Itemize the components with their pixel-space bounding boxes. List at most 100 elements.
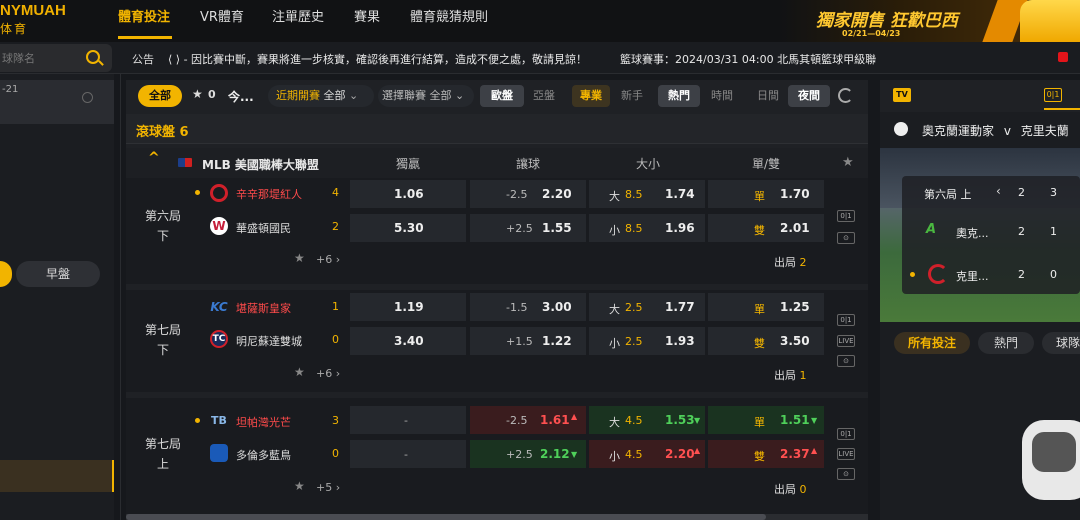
over-under-odds: 1.53 xyxy=(665,413,695,427)
novice-mode-button[interactable]: 新手 xyxy=(614,85,650,107)
early-market-button[interactable]: 早盤 xyxy=(16,261,100,287)
chevron-up-icon[interactable]: ^ xyxy=(148,150,160,166)
pro-mode-button[interactable]: 專業 xyxy=(572,85,610,107)
odds-cell[interactable]: +2.5 1.55 xyxy=(470,214,586,242)
nav-results[interactable]: 賽果 xyxy=(354,6,380,25)
odds-cell[interactable]: 小 8.5 1.96 xyxy=(589,214,705,242)
home-team-name: 坦帕灣光芒 xyxy=(236,416,291,429)
odds-cell[interactable]: 雙 3.50 xyxy=(708,327,824,355)
promo-banner[interactable]: 獨家開售 狂歡巴西 02/21—04/23 xyxy=(780,0,1080,42)
night-mode-button[interactable]: 夜間 xyxy=(788,85,830,107)
odds-cell-down[interactable]: 大 4.5 1.53 ▼ xyxy=(589,406,705,434)
nav-vr-sports[interactable]: VR體育 xyxy=(200,6,244,25)
live-section-header xyxy=(126,114,868,144)
over-under-line: 2.5 xyxy=(625,301,643,314)
star-icon[interactable]: ★ xyxy=(842,155,854,170)
handicap-line: +2.5 xyxy=(506,448,533,461)
odds-cell-up[interactable]: 小 4.5 2.20 ▲ xyxy=(589,440,705,468)
search-input[interactable]: 球隊名 xyxy=(0,44,112,72)
game-period: 第七局 xyxy=(144,437,181,451)
handicap-odds: 1.55 xyxy=(542,221,572,235)
nav-sports-betting[interactable]: 體育投注 xyxy=(118,6,170,25)
filter-today[interactable]: 今... xyxy=(228,88,254,105)
scoreboard-icon[interactable]: 0|1 xyxy=(837,210,855,222)
odds-cell[interactable]: 1.19 xyxy=(350,293,466,321)
inning-score: 3 xyxy=(1050,186,1057,199)
search-icon[interactable] xyxy=(86,50,100,64)
live-stream-icon[interactable]: LIVE xyxy=(837,335,855,347)
odds-cell[interactable]: -1.5 3.00 xyxy=(470,293,586,321)
odds-cell[interactable]: +1.5 1.22 xyxy=(470,327,586,355)
tv-icon[interactable]: TV xyxy=(893,88,911,102)
home-team-score: 4 xyxy=(332,186,339,199)
over-under-odds: 1.96 xyxy=(665,221,695,235)
odds-cell-down[interactable]: 單 1.51 ▼ xyxy=(708,406,824,434)
day-mode-button[interactable]: 日間 xyxy=(750,85,786,107)
chat-assistant-button[interactable] xyxy=(1022,420,1080,500)
live-stream-icon[interactable]: LIVE xyxy=(837,448,855,460)
col-odd-even: 單/雙 xyxy=(751,157,781,171)
nav-rules[interactable]: 體育競猜規則 xyxy=(410,6,488,25)
brand-logo[interactable]: NYMUAH xyxy=(0,2,66,19)
odds-cell[interactable]: 5.30 xyxy=(350,214,466,242)
star-icon[interactable]: ★ xyxy=(294,479,305,493)
more-markets-count: +5 xyxy=(316,481,333,494)
radio-icon[interactable] xyxy=(82,92,93,103)
odd-even-side: 雙 xyxy=(754,224,765,237)
sort-hot-button[interactable]: 熱門 xyxy=(658,85,700,107)
scoreboard-icon[interactable]: 0|1 xyxy=(837,314,855,326)
arrow-down-icon: ▼ xyxy=(811,416,818,425)
refresh-icon[interactable] xyxy=(838,88,853,103)
nav-active-underline xyxy=(118,36,172,39)
odd-even-odds: 2.01 xyxy=(780,221,810,235)
odds-cell[interactable]: 大 2.5 1.77 xyxy=(589,293,705,321)
league-dropdown[interactable]: 選擇聯賽 全部 ⌄ xyxy=(378,85,474,107)
language-flag-icon[interactable] xyxy=(1058,52,1068,62)
odds-cell[interactable]: 雙 2.01 xyxy=(708,214,824,242)
star-icon[interactable]: ★ xyxy=(192,87,203,101)
nav-bet-history[interactable]: 注單歷史 xyxy=(272,6,324,25)
field-view-icon[interactable]: ⊙ xyxy=(837,232,855,244)
field-view-icon[interactable]: ⊙ xyxy=(837,468,855,480)
tab-team[interactable]: 球隊 xyxy=(1042,332,1080,354)
odds-cell[interactable]: 小 2.5 1.93 xyxy=(589,327,705,355)
more-markets-button[interactable]: +5 › xyxy=(316,481,340,494)
banner-date: 02/21—04/23 xyxy=(842,29,901,38)
star-icon[interactable]: ★ xyxy=(294,365,305,379)
odds-cell[interactable]: 大 8.5 1.74 xyxy=(589,180,705,208)
scoreboard-icon[interactable]: 0|1 xyxy=(1044,88,1062,102)
odds-asia-button[interactable]: 亞盤 xyxy=(526,85,562,107)
tab-all-bets[interactable]: 所有投注 xyxy=(894,332,970,354)
field-view-icon[interactable]: ⊙ xyxy=(837,355,855,367)
recent-start-label: 近期開賽 xyxy=(276,89,320,102)
more-markets-button[interactable]: +6 › xyxy=(316,367,340,380)
sort-time-button[interactable]: 時間 xyxy=(704,85,740,107)
away-team-score: 0 xyxy=(332,333,339,346)
odds-eu-button[interactable]: 歐盤 xyxy=(480,85,524,107)
arrow-up-icon: ▲ xyxy=(571,412,578,421)
odds-cell-down[interactable]: +2.5 2.12 ▼ xyxy=(470,440,586,468)
odds-cell[interactable]: 1.06 xyxy=(350,180,466,208)
chevron-left-icon[interactable]: ‹ xyxy=(996,184,1001,198)
recent-start-dropdown[interactable]: 近期開賽 全部 ⌄ xyxy=(268,85,374,107)
odds-cell-up[interactable]: 雙 2.37 ▲ xyxy=(708,440,824,468)
odds-cell[interactable]: 單 1.70 xyxy=(708,180,824,208)
brand-logo-sub: 体育 xyxy=(0,22,29,36)
handicap-line: -2.5 xyxy=(506,188,528,201)
filter-all-button[interactable]: 全部 xyxy=(138,85,182,107)
odds-cell-up[interactable]: -2.5 1.61 ▲ xyxy=(470,406,586,434)
star-icon[interactable]: ★ xyxy=(294,251,305,265)
handicap-odds: 2.20 xyxy=(542,187,572,201)
scoreboard-icon[interactable]: 0|1 xyxy=(837,428,855,440)
odds-cell[interactable]: 單 1.25 xyxy=(708,293,824,321)
live-section-title: 滾球盤 6 xyxy=(136,125,189,140)
scrollbar-thumb[interactable] xyxy=(126,514,766,520)
tab-hot[interactable]: 熱門 xyxy=(978,332,1034,354)
sidebar-item-active[interactable] xyxy=(0,460,114,492)
more-markets-button[interactable]: +6 › xyxy=(316,253,340,266)
over-under-odds: 1.77 xyxy=(665,300,695,314)
handicap-odds: 2.12 xyxy=(540,447,570,461)
moneyline-odds: - xyxy=(404,414,408,427)
odds-cell[interactable]: 3.40 xyxy=(350,327,466,355)
odds-cell[interactable]: -2.5 2.20 xyxy=(470,180,586,208)
